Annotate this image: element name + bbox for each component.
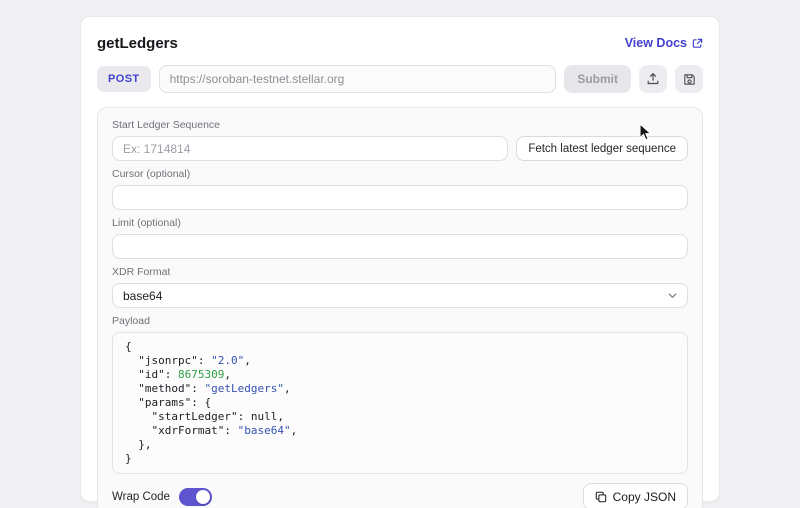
card-header: getLedgers View Docs	[97, 33, 703, 53]
limit-field: Limit (optional)	[112, 217, 688, 259]
share-upload-icon	[646, 72, 660, 86]
toggle-knob	[196, 490, 210, 504]
xdr-format-select[interactable]: base64	[112, 283, 688, 308]
wrap-code-group: Wrap Code	[112, 488, 212, 506]
payload-label: Payload	[112, 315, 688, 328]
copy-icon	[595, 491, 607, 503]
save-icon	[683, 73, 696, 86]
view-docs-label: View Docs	[625, 36, 687, 50]
wrap-code-label: Wrap Code	[112, 491, 170, 503]
fetch-latest-ledger-button[interactable]: Fetch latest ledger sequence	[516, 136, 688, 161]
start-ledger-field: Start Ledger Sequence Fetch latest ledge…	[112, 119, 688, 161]
endpoint-url-input[interactable]	[159, 65, 557, 93]
xdr-format-field: XDR Format base64	[112, 266, 688, 308]
start-ledger-label: Start Ledger Sequence	[112, 119, 688, 132]
xdr-format-label: XDR Format	[112, 266, 688, 279]
payload-field: Payload { "jsonrpc": "2.0", "id": 867530…	[112, 315, 688, 474]
request-params-section: Start Ledger Sequence Fetch latest ledge…	[97, 107, 703, 508]
start-ledger-input[interactable]	[112, 136, 508, 161]
copy-json-button[interactable]: Copy JSON	[583, 483, 688, 508]
payload-code: { "jsonrpc": "2.0", "id": 8675309, "meth…	[112, 332, 688, 474]
external-link-icon	[692, 38, 703, 49]
page-title: getLedgers	[97, 35, 178, 52]
save-button[interactable]	[675, 65, 703, 93]
get-ledgers-card: getLedgers View Docs POST Submit	[80, 16, 720, 502]
section-footer: Wrap Code Copy JSON	[112, 483, 688, 508]
cursor-field: Cursor (optional)	[112, 168, 688, 210]
limit-label: Limit (optional)	[112, 217, 688, 230]
http-method-badge: POST	[97, 66, 151, 92]
xdr-format-value: base64	[123, 289, 162, 303]
request-bar: POST Submit	[97, 65, 703, 93]
copy-json-label: Copy JSON	[613, 490, 676, 504]
chevron-down-icon	[667, 290, 678, 301]
share-button[interactable]	[639, 65, 667, 93]
view-docs-link[interactable]: View Docs	[625, 36, 703, 50]
submit-button[interactable]: Submit	[564, 65, 631, 93]
cursor-label: Cursor (optional)	[112, 168, 688, 181]
limit-input[interactable]	[112, 234, 688, 259]
wrap-code-toggle[interactable]	[179, 488, 212, 506]
cursor-input[interactable]	[112, 185, 688, 210]
